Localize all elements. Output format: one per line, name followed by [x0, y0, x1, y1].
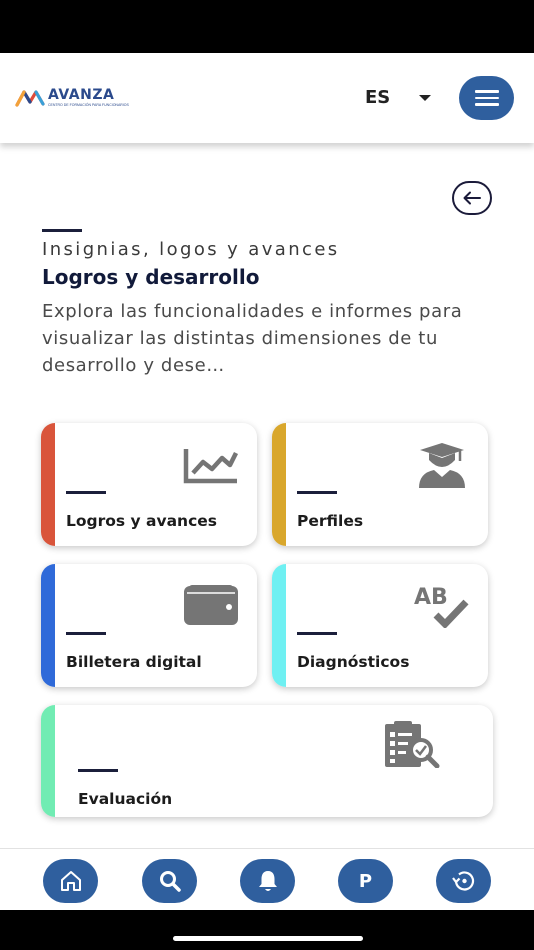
menu-icon-bar: [474, 103, 499, 106]
card-diagnosticos[interactable]: AB Diagnósticos: [272, 564, 488, 687]
nav-notifications-button[interactable]: [240, 859, 295, 903]
profile-initial: P: [358, 870, 373, 892]
app-header: AVANZA CENTRO DE FORMACIÓN PARA FUNCIONA…: [0, 53, 534, 143]
bell-icon: [258, 871, 277, 891]
graduate-user-icon: [419, 443, 465, 488]
card-dash: [297, 632, 337, 635]
back-button[interactable]: [452, 181, 492, 215]
card-dash: [297, 491, 337, 494]
status-bar: [0, 0, 534, 53]
nav-profile-button[interactable]: P: [338, 859, 393, 903]
page-description: Explora las funcionalidades e informes p…: [42, 301, 463, 376]
logo-word: AVANZA: [48, 87, 115, 103]
card-accent-bar: [272, 564, 286, 687]
menu-icon-bar: [474, 90, 499, 93]
avanza-logo[interactable]: AVANZA CENTRO DE FORMACIÓN PARA FUNCIONA…: [15, 87, 129, 109]
card-label: Diagnósticos: [297, 653, 410, 671]
nav-history-button[interactable]: [436, 859, 491, 903]
nav-home-button[interactable]: [43, 859, 98, 903]
language-selector[interactable]: ES: [365, 87, 390, 108]
card-logros-avances[interactable]: Logros y avances: [41, 423, 257, 546]
section-overline: Insignias, logos y avances: [42, 239, 340, 260]
system-home-area: [0, 910, 534, 950]
search-icon: [159, 871, 181, 892]
card-accent-bar: [41, 423, 55, 546]
card-label: Billetera digital: [66, 653, 202, 671]
nav-search-button[interactable]: [142, 859, 197, 903]
card-label: Evaluación: [78, 790, 173, 808]
card-perfiles[interactable]: Perfiles: [272, 423, 488, 546]
card-dash: [66, 491, 106, 494]
card-accent-bar: [41, 705, 55, 817]
hamburger-menu-button[interactable]: [459, 76, 514, 120]
arrow-left-icon: [463, 191, 481, 205]
card-label: Perfiles: [297, 512, 364, 530]
svg-text:AB: AB: [414, 585, 448, 610]
history-icon: [451, 871, 474, 891]
wallet-icon: [184, 585, 238, 625]
title-accent-line: [42, 229, 82, 232]
clipboard-search-icon: [385, 721, 440, 768]
card-label: Logros y avances: [66, 512, 218, 530]
bottom-navigation: P: [0, 848, 534, 910]
menu-icon-bar: [474, 96, 499, 100]
card-accent-bar: [272, 423, 286, 546]
card-evaluacion[interactable]: Evaluación: [41, 705, 493, 817]
page-title: Logros y desarrollo: [42, 265, 260, 289]
spellcheck-icon: AB: [414, 585, 469, 628]
chevron-down-icon[interactable]: [419, 95, 431, 101]
card-dash: [66, 632, 106, 635]
home-icon: [60, 871, 81, 891]
card-dash: [78, 769, 118, 772]
logo-tagline: CENTRO DE FORMACIÓN PARA FUNCIONARIOS: [48, 103, 129, 107]
trending-chart-icon: [183, 449, 239, 484]
card-billetera-digital[interactable]: Billetera digital: [41, 564, 257, 687]
card-accent-bar: [41, 564, 55, 687]
home-indicator[interactable]: [173, 936, 363, 941]
logo-mark-icon: [15, 90, 45, 107]
